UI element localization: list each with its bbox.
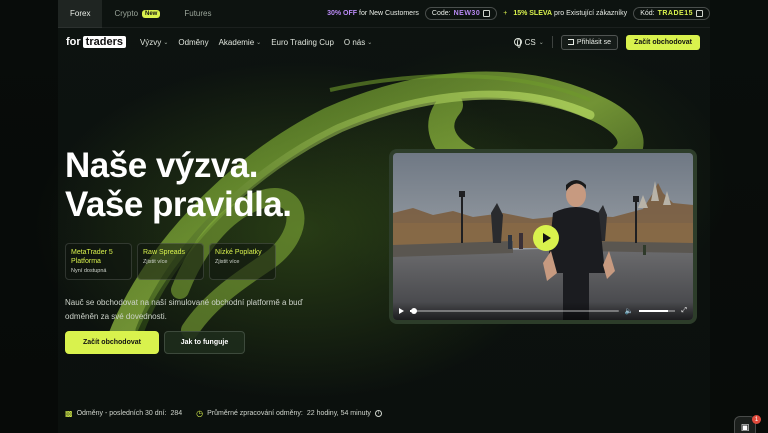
- code-value: NEW30: [453, 10, 481, 17]
- nav-item-vyzvy[interactable]: Výzvy ⌄: [140, 38, 168, 47]
- nav-item-label: Výzvy: [139, 37, 162, 47]
- hero-buttons: Začít obchodovat Jak to funguje: [65, 331, 245, 354]
- nav-item-akademie[interactable]: Akademie ⌄: [219, 38, 262, 47]
- hero-video[interactable]: 🔈 ⤢: [389, 149, 697, 324]
- promo-banner: 30% OFF for New Customers Code: NEW30 + …: [327, 7, 710, 20]
- code-label: Kód:: [640, 10, 655, 17]
- stat-processing-value: 22 hodiny, 54 minuty: [306, 410, 371, 417]
- how-it-works-button[interactable]: Jak to funguje: [164, 331, 245, 354]
- login-icon: [567, 39, 574, 45]
- nav-item-label: Akademie: [218, 37, 255, 47]
- tab-forex-label: Forex: [70, 9, 91, 18]
- promo-existing-customers: 15% SLEVA pro Existující zákazníky: [513, 10, 627, 17]
- video-progress-bar[interactable]: [410, 308, 619, 314]
- nav-item-odmeny[interactable]: Odměny: [178, 38, 208, 47]
- feature-subtitle: Zjistit více: [215, 259, 240, 265]
- chat-icon: ▣: [740, 421, 750, 432]
- hero-description: Nauč se obchodovat na naší simulované ob…: [65, 298, 303, 321]
- logo-traders: traders: [82, 36, 126, 48]
- left-margin: [0, 0, 58, 433]
- feature-subtitle: Nyní dostupná: [71, 268, 107, 274]
- copy-icon: [483, 10, 491, 17]
- tab-futures[interactable]: Futures: [172, 0, 223, 28]
- chat-notification-badge: 1: [752, 415, 761, 424]
- promo-existing-text: pro Existující zákazníky: [554, 10, 628, 17]
- clock-icon: ◷: [196, 409, 204, 418]
- control-play-icon[interactable]: [399, 308, 404, 314]
- promo-new-highlight: 30% OFF: [327, 10, 358, 17]
- stat-rewards-label: Odměny - posledních 30 dní:: [76, 410, 167, 417]
- nav-links: Výzvy ⌄ Odměny Akademie ⌄ Euro Trading C…: [140, 38, 372, 47]
- promo-new-text: for New Customers: [359, 10, 419, 17]
- volume-icon[interactable]: 🔈: [625, 307, 634, 315]
- nav-item-euro-trading-cup[interactable]: Euro Trading Cup: [271, 38, 334, 47]
- globe-icon: [513, 38, 522, 48]
- feature-title: Raw Spreads: [143, 249, 186, 256]
- nav-item-label: Odměny: [178, 37, 209, 47]
- start-trading-button[interactable]: Začít obchodovat: [65, 331, 159, 354]
- feature-card-low-fees[interactable]: Nízké Poplatky Zjistit více: [209, 243, 276, 280]
- right-margin: [710, 0, 768, 433]
- nav-item-label: Euro Trading Cup: [271, 37, 334, 47]
- main-nav: for traders Výzvy ⌄ Odměny Akademie ⌄ Eu…: [58, 28, 710, 56]
- feature-subtitle: Zjistit více: [143, 259, 168, 265]
- stats-bar: ▩ Odměny - posledních 30 dní: 284 ◷ Prům…: [65, 409, 382, 418]
- promo-separator: +: [503, 10, 508, 17]
- volume-slider[interactable]: [639, 310, 676, 312]
- stat-processing: ◷ Průměrné zpracování odměny: 22 hodiny,…: [196, 409, 382, 418]
- feature-card-mt5[interactable]: MetaTrader 5 Platforma Nyní dostupná: [65, 243, 132, 280]
- hero-title-line2: Vaše pravidla.: [65, 185, 292, 224]
- divider: [551, 36, 553, 48]
- stat-rewards-value: 284: [170, 410, 183, 417]
- video-controls: 🔈 ⤢: [393, 302, 693, 320]
- video-progress-knob[interactable]: [411, 308, 418, 314]
- fullscreen-icon[interactable]: ⤢: [681, 307, 687, 315]
- code-label: Code:: [431, 10, 451, 17]
- code-new30-pill[interactable]: Code: NEW30: [424, 7, 498, 20]
- play-button[interactable]: [533, 225, 559, 251]
- top-bar: Forex Crypto New Futures 30% OFF for New…: [58, 0, 710, 28]
- market-tabs: Forex Crypto New Futures: [58, 0, 223, 28]
- tab-futures-label: Futures: [184, 9, 212, 18]
- feature-title: Nízké Poplatky: [215, 249, 262, 256]
- promo-new-customers: 30% OFF for New Customers: [327, 10, 419, 17]
- copy-icon: [696, 10, 703, 17]
- info-icon[interactable]: i: [374, 410, 382, 417]
- stat-processing-label: Průměrné zpracování odměny:: [207, 410, 303, 417]
- chevron-down-icon: ⌄: [538, 39, 544, 46]
- new-badge: New: [142, 9, 161, 18]
- chevron-down-icon: ⌄: [367, 39, 373, 46]
- logo[interactable]: for traders: [66, 36, 126, 48]
- feature-card-raw-spreads[interactable]: Raw Spreads Zjistit více: [137, 243, 204, 280]
- login-label: Přihlásit se: [576, 38, 612, 46]
- stat-rewards: ▩ Odměny - posledních 30 dní: 284: [65, 409, 182, 418]
- promo-existing-highlight: 15% SLEVA: [513, 10, 553, 17]
- tab-crypto[interactable]: Crypto New: [102, 0, 172, 28]
- language-label: CS: [524, 37, 536, 47]
- chevron-down-icon: ⌄: [163, 39, 169, 46]
- nav-item-o-nas[interactable]: O nás ⌄: [344, 38, 372, 47]
- hero-title: Naše výzva. Vaše pravidla.: [65, 146, 292, 224]
- tab-forex[interactable]: Forex: [58, 0, 103, 28]
- start-trading-nav-button[interactable]: Začít obchodovat: [626, 34, 700, 50]
- code-value: TRADE15: [657, 10, 693, 17]
- money-icon: ▩: [65, 409, 73, 418]
- login-button[interactable]: Přihlásit se: [560, 34, 619, 50]
- tab-crypto-label: Crypto: [114, 9, 139, 18]
- nav-item-label: O nás: [343, 37, 366, 47]
- code-trade15-pill[interactable]: Kód: TRADE15: [633, 7, 710, 20]
- chevron-down-icon: ⌄: [256, 39, 262, 46]
- feature-title: MetaTrader 5 Platforma: [71, 249, 113, 265]
- hero-title-line1: Naše výzva.: [65, 146, 258, 185]
- logo-for: for: [66, 36, 81, 48]
- language-selector[interactable]: CS ⌄: [513, 37, 544, 48]
- play-icon: [543, 233, 551, 243]
- volume-fill: [639, 310, 669, 312]
- page: Forex Crypto New Futures 30% OFF for New…: [0, 0, 768, 433]
- feature-cards: MetaTrader 5 Platforma Nyní dostupná Raw…: [65, 243, 276, 280]
